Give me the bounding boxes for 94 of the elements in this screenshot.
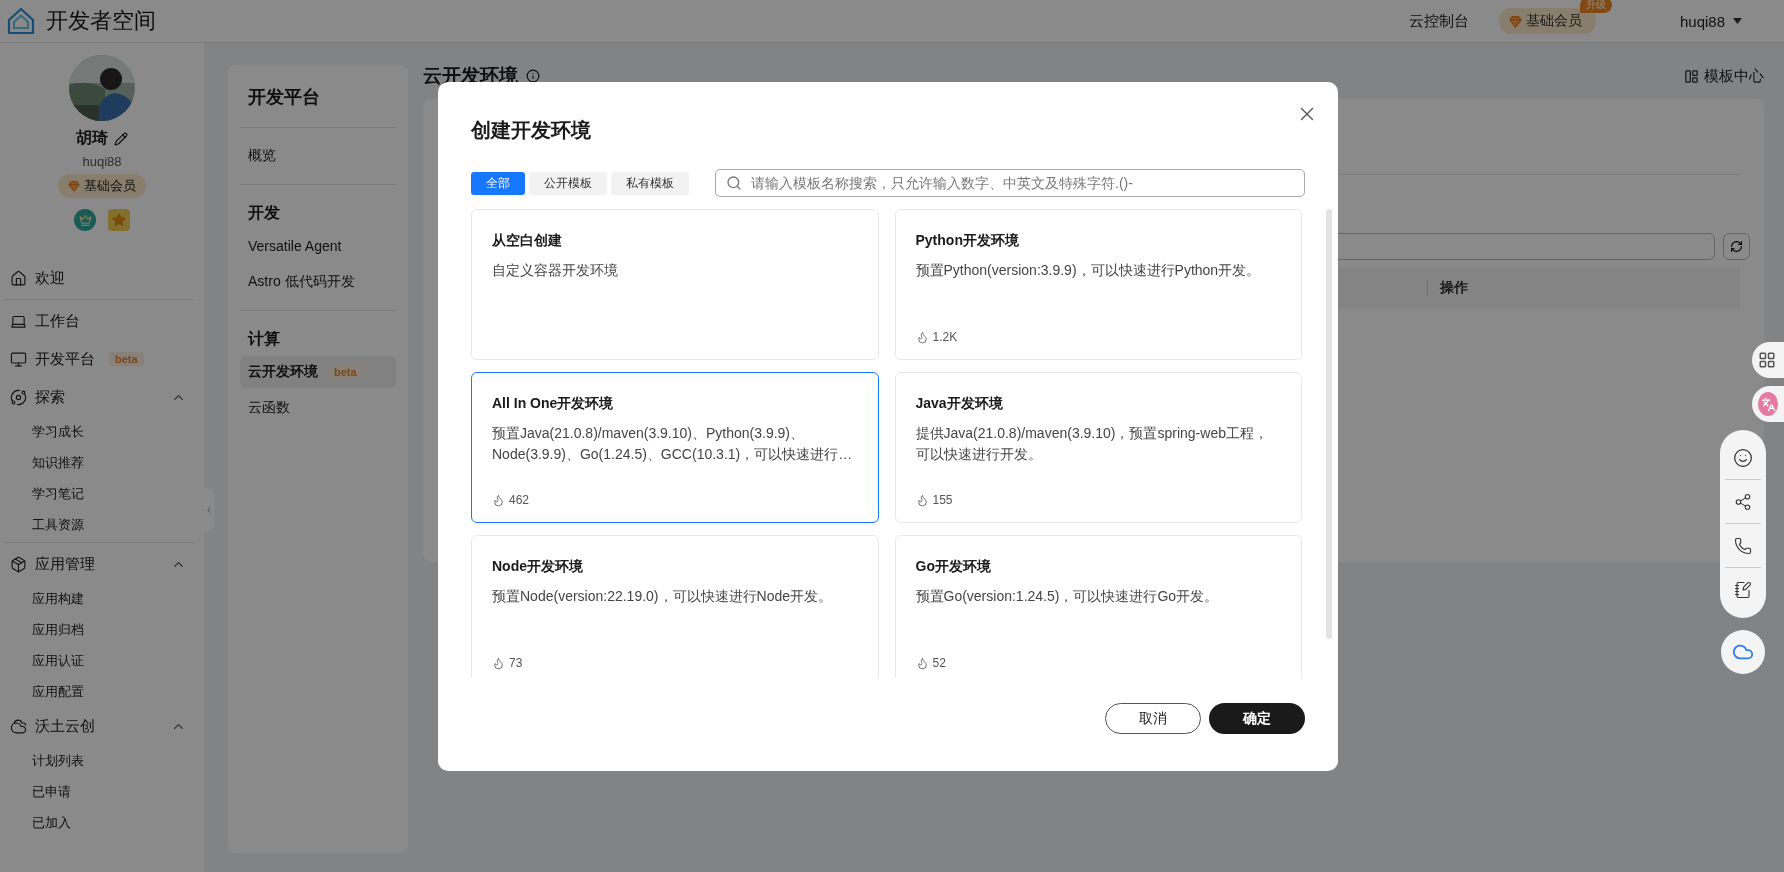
template-title: All In One开发环境 [492, 395, 615, 413]
cancel-button[interactable]: 取消 [1105, 703, 1201, 734]
template-description: 预置Java(21.0.8)/maven(3.9.10)、Python(3.9.9)、Node(3.9.9)、Go(1.24.5)、GCC(10.3.1)，可以快速进行… [492, 424, 854, 464]
cloud-icon [10, 717, 27, 735]
beta-tag: beta [109, 352, 144, 366]
menu-item[interactable]: Versatile Agent [240, 230, 396, 262]
flame-icon [492, 656, 505, 670]
collapse-handle[interactable] [204, 488, 214, 532]
translate-icon [1758, 392, 1778, 416]
refresh-icon [1730, 240, 1743, 253]
panel-title: 开发平台 [240, 85, 396, 128]
usage-count: 1.2K [915, 330, 1281, 344]
menu-item[interactable]: 云开发环境 beta [240, 356, 396, 388]
layout-icon [1684, 68, 1699, 84]
info-icon[interactable] [526, 69, 540, 83]
flame-icon [915, 656, 929, 670]
caret-icon [1733, 18, 1742, 24]
grid-icon [1758, 351, 1776, 369]
console-link[interactable]: 云控制台 [1408, 11, 1469, 31]
section-heading: 计算 [246, 329, 281, 349]
nav-item[interactable]: 工作台 [4, 302, 194, 340]
nav-subitem[interactable]: 计划列表 [4, 745, 194, 776]
nav-subitem[interactable]: 学习笔记 [4, 478, 194, 509]
column-header: 操作 [1440, 279, 1469, 297]
user-menu[interactable]: huqi88 [1679, 12, 1742, 30]
template-title: Go开发环境 [915, 558, 992, 576]
filter-tab[interactable]: 全部 [471, 171, 525, 195]
orbit-icon [10, 388, 27, 406]
filter-tab[interactable]: 公开模板 [529, 171, 607, 195]
nav-item[interactable]: 沃土云创 [4, 707, 194, 745]
edit-icon[interactable] [114, 131, 128, 146]
nav-item[interactable]: 开发平台 beta [4, 340, 194, 378]
menu-item[interactable]: 云函数 [240, 392, 396, 424]
flame-icon [492, 493, 505, 507]
nav-subitem[interactable]: 应用归档 [4, 614, 194, 645]
template-center-link[interactable]: 模板中心 [1684, 66, 1764, 86]
usage-count: 73 [492, 656, 858, 670]
menu-item[interactable]: Astro 低代码开发 [240, 266, 396, 298]
template-card[interactable]: Python开发环境 预置Python(version:3.9.9)，可以快速进行Python开发。 1.2K [894, 209, 1302, 360]
template-description: 预置Python(version:3.9.9)，可以快速进行Python开发。 [915, 261, 1262, 280]
template-description: 提供Java(21.0.8)/maven(3.9.10)，预置spring-web工程，可以快速进行开发。 [915, 424, 1269, 464]
username: huqi88 [82, 154, 122, 169]
monitor-icon [10, 350, 27, 368]
flame-icon [915, 330, 929, 344]
template-description: 自定义容器开发环境 [492, 261, 619, 280]
crown-medal-icon [74, 209, 96, 231]
usage-count: 155 [915, 493, 1281, 507]
package-icon [10, 555, 27, 573]
nav-subitem[interactable]: 应用配置 [4, 676, 194, 707]
nav-subitem[interactable]: 学习成长 [4, 416, 194, 447]
home-icon [10, 269, 27, 287]
template-title: Node开发环境 [492, 558, 584, 576]
nav-subitem[interactable]: 知识推荐 [4, 447, 194, 478]
template-card[interactable]: Java开发环境 提供Java(21.0.8)/maven(3.9.10)，预置spring-web工程，可以快速进行开发。 155 [894, 372, 1302, 523]
template-title: Java开发环境 [915, 395, 1004, 413]
search-field[interactable]: 请输入模板名称搜索，只允许输入数字、中英文及特殊字符.()- [715, 169, 1305, 197]
membership-badge[interactable]: 基础会员 [1498, 8, 1596, 34]
diamond-icon [1508, 14, 1522, 28]
upgrade-tag: 升级 [1579, 0, 1612, 13]
template-title: 从空白创建 [492, 232, 563, 250]
nav-subitem[interactable]: 已加入 [4, 807, 194, 838]
template-card[interactable]: Go开发环境 预置Go(version:1.24.5)，可以快速进行Go开发。 52 [894, 535, 1302, 678]
nav-item[interactable]: 应用管理 [4, 545, 194, 583]
usage-count: 52 [915, 656, 1281, 670]
template-card[interactable]: 从空白创建 自定义容器开发环境 [471, 209, 879, 360]
diamond-icon [68, 180, 80, 192]
nav-subitem[interactable]: 工具资源 [4, 509, 194, 540]
star-medal-icon [108, 209, 130, 231]
template-card[interactable]: All In One开发环境 预置Java(21.0.8)/maven(3.9.10)、Python(3.9.9)、Node(3.9.9)、Go(1.24.5)、GCC(10.3.1)，可以快速进行… 462 [471, 372, 879, 523]
search-icon [726, 175, 742, 191]
cloud-button[interactable] [1721, 630, 1765, 674]
template-title: Python开发环境 [915, 232, 1020, 250]
dialog-title: 创建开发环境 [471, 118, 592, 143]
filter-tab[interactable]: 私有模板 [611, 171, 689, 195]
scrollbar[interactable] [1326, 209, 1332, 639]
menu-item[interactable]: 概览 [240, 140, 396, 172]
membership-badge: 基础会员 [58, 174, 146, 198]
nav-subitem[interactable]: 已申请 [4, 776, 194, 807]
section-heading: 开发 [247, 203, 281, 223]
user-name: 胡琦 [76, 128, 108, 148]
nav-subitem[interactable]: 应用构建 [4, 583, 194, 614]
flame-icon [915, 493, 929, 507]
confirm-button[interactable]: 确定 [1209, 703, 1305, 734]
template-description: 预置Node(version:22.19.0)，可以快速进行Node开发。 [492, 587, 833, 606]
nav-subitem[interactable]: 应用认证 [4, 645, 194, 676]
usage-count: 462 [492, 493, 858, 507]
nav-item[interactable]: 探索 [4, 378, 194, 416]
nav-item[interactable]: 欢迎 [4, 259, 194, 297]
refresh-button[interactable] [1723, 233, 1750, 260]
template-card[interactable]: Node开发环境 预置Node(version:22.19.0)，可以快速进行Node开发。 73 [471, 535, 879, 678]
template-description: 预置Go(version:1.24.5)，可以快速进行Go开发。 [915, 587, 1220, 606]
logo-icon [6, 6, 36, 36]
beta-tag: beta [328, 365, 363, 379]
site-title: 开发者空间 [46, 7, 156, 35]
